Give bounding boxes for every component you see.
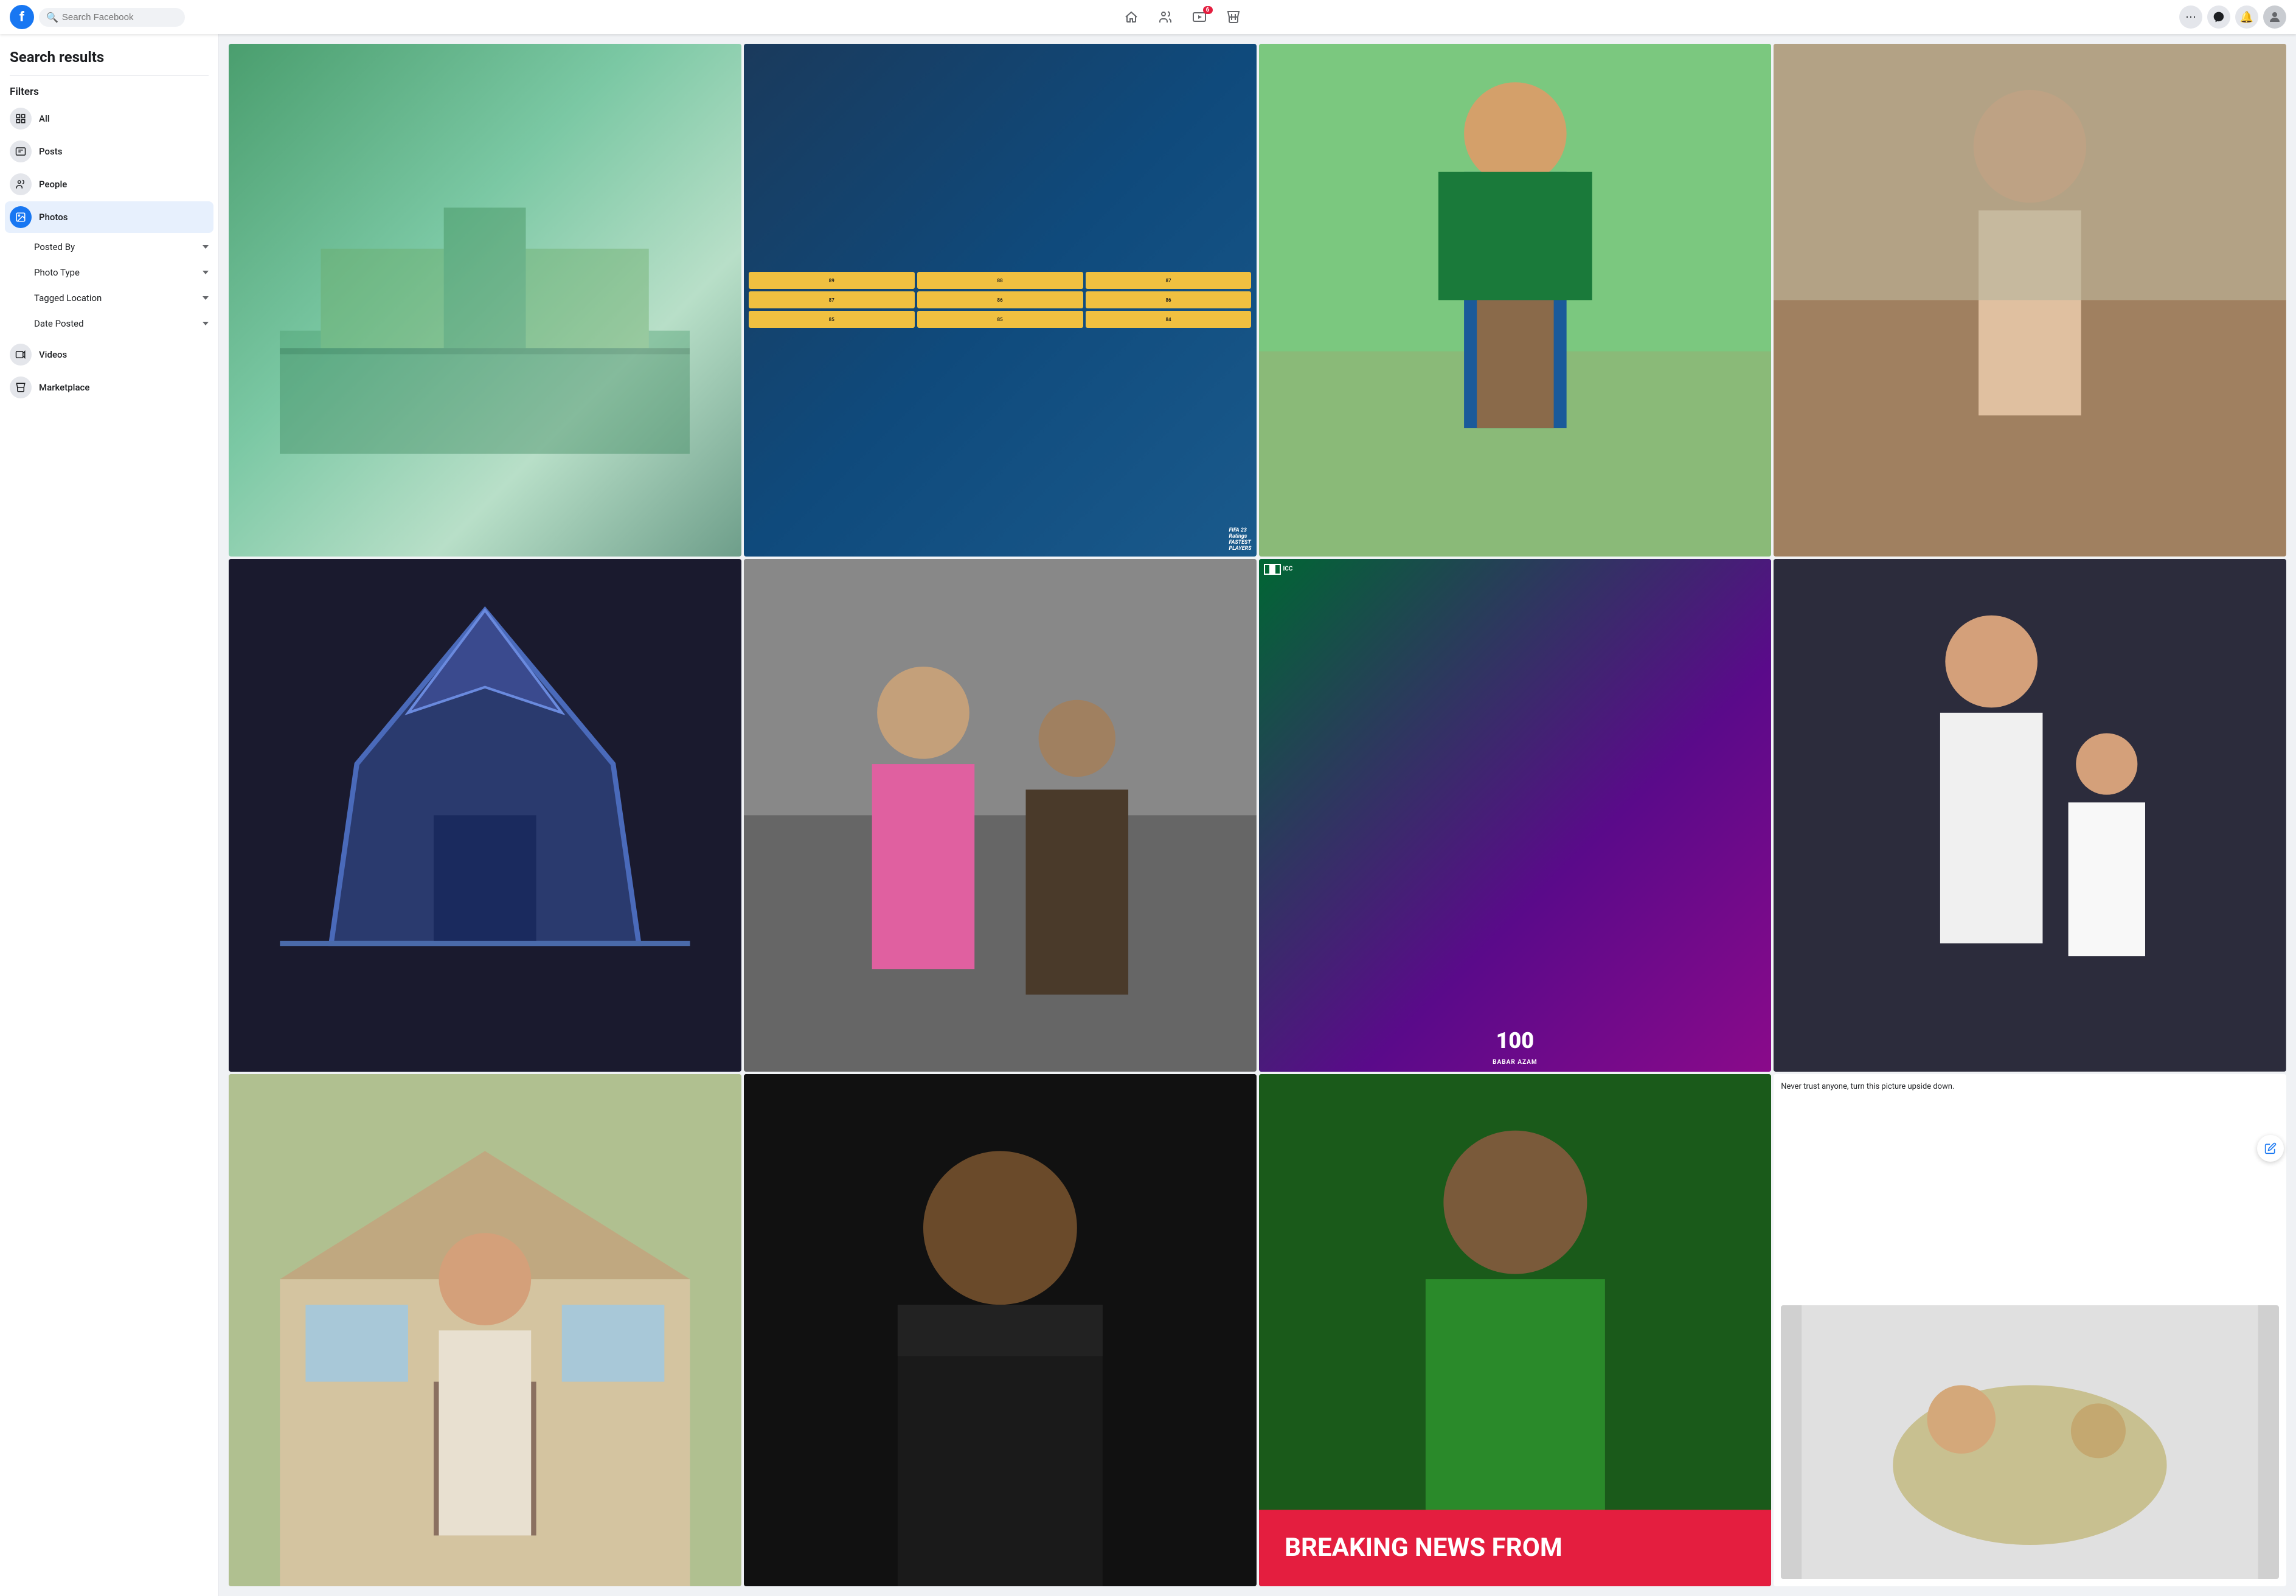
user-avatar[interactable] xyxy=(2263,5,2286,29)
photo-type-filter[interactable]: Photo Type xyxy=(5,260,213,285)
filters-label: Filters xyxy=(5,83,213,103)
filter-people[interactable]: People xyxy=(5,168,213,200)
facebook-logo[interactable]: f xyxy=(10,5,34,29)
tagged-location-filter[interactable]: Tagged Location xyxy=(5,285,213,311)
photo-item-1[interactable] xyxy=(229,44,741,557)
date-posted-chevron xyxy=(203,322,209,325)
photo-image-1 xyxy=(229,44,741,557)
posted-by-chevron xyxy=(203,245,209,249)
watch-badge: 6 xyxy=(1203,6,1213,14)
photo-item-5[interactable] xyxy=(229,559,741,1072)
date-posted-filter[interactable]: Date Posted xyxy=(5,311,213,336)
nav-home-button[interactable] xyxy=(1117,6,1146,28)
photo-image-2: 89 88 87 87 86 86 85 85 84 FIFA 23Rating… xyxy=(744,44,1257,557)
photo-grid: 89 88 87 87 86 86 85 85 84 FIFA 23Rating… xyxy=(229,44,2286,1586)
nav-right: ⋯ 🔔 xyxy=(2179,5,2286,29)
tagged-location-label: Tagged Location xyxy=(34,293,102,304)
photo-image-10 xyxy=(744,1074,1257,1587)
photo-image-7: ICC 100 BABAR AZAM xyxy=(1259,559,1772,1072)
photo-item-2[interactable]: 89 88 87 87 86 86 85 85 84 FIFA 23Rating… xyxy=(744,44,1257,557)
photo-image-11: BREAKING NEWS FROM xyxy=(1259,1074,1772,1587)
marketplace-filter-label: Marketplace xyxy=(39,382,89,393)
main-content: 89 88 87 87 86 86 85 85 84 FIFA 23Rating… xyxy=(219,34,2296,1596)
logo-letter: f xyxy=(19,10,24,25)
photo-type-label: Photo Type xyxy=(34,267,80,278)
photo-image-4 xyxy=(1774,44,2286,557)
date-posted-label: Date Posted xyxy=(34,318,84,329)
svg-text:BREAKING NEWS FROM: BREAKING NEWS FROM xyxy=(1285,1533,1562,1563)
posts-filter-label: Posts xyxy=(39,146,62,157)
sidebar: Search results Filters All Posts xyxy=(0,34,219,1596)
filter-posts[interactable]: Posts xyxy=(5,136,213,167)
photos-filter-icon xyxy=(10,206,32,228)
posted-by-filter[interactable]: Posted By xyxy=(5,234,213,260)
text-card-content: Never trust anyone, turn this picture up… xyxy=(1781,1081,2279,1092)
videos-filter-label: Videos xyxy=(39,349,67,360)
people-filter-label: People xyxy=(39,179,67,190)
photo-item-6[interactable] xyxy=(744,559,1257,1072)
sidebar-divider xyxy=(10,75,209,76)
filter-all[interactable]: All xyxy=(5,103,213,134)
page-layout: Search results Filters All Posts xyxy=(0,34,2296,1596)
notifications-button[interactable]: 🔔 xyxy=(2235,5,2258,29)
nav-watch-button[interactable]: 6 xyxy=(1185,6,1214,28)
people-filter-icon xyxy=(10,173,32,195)
photo-item-10[interactable] xyxy=(744,1074,1257,1587)
photos-filter-label: Photos xyxy=(39,212,68,223)
all-filter-label: All xyxy=(39,113,50,124)
grid-menu-button[interactable]: ⋯ xyxy=(2179,5,2202,29)
photo-item-12[interactable]: Never trust anyone, turn this picture up… xyxy=(1774,1074,2286,1587)
marketplace-filter-icon xyxy=(10,376,32,398)
photo-image-8 xyxy=(1774,559,2286,1072)
photo-image-9 xyxy=(229,1074,741,1587)
nav-center: 6 xyxy=(185,6,2179,28)
posts-filter-icon xyxy=(10,141,32,162)
nav-marketplace-button[interactable] xyxy=(1219,6,1248,28)
page-title: Search results xyxy=(5,44,213,73)
filter-marketplace[interactable]: Marketplace xyxy=(5,372,213,403)
photo-item-8[interactable] xyxy=(1774,559,2286,1072)
photo-type-chevron xyxy=(203,271,209,274)
search-input[interactable] xyxy=(62,12,172,23)
photo-image-12: Never trust anyone, turn this picture up… xyxy=(1774,1074,2286,1587)
filter-videos[interactable]: Videos xyxy=(5,339,213,370)
all-filter-icon xyxy=(10,108,32,130)
photo-image-5 xyxy=(229,559,741,1072)
videos-filter-icon xyxy=(10,344,32,366)
photo-item-9[interactable] xyxy=(229,1074,741,1587)
nav-friends-button[interactable] xyxy=(1151,6,1180,28)
edit-fab-button[interactable] xyxy=(2257,1135,2284,1162)
text-card-image xyxy=(1781,1305,2279,1579)
photo-item-11[interactable]: BREAKING NEWS FROM xyxy=(1259,1074,1772,1587)
photo-item-4[interactable] xyxy=(1774,44,2286,557)
search-icon: 🔍 xyxy=(46,12,58,23)
tagged-location-chevron xyxy=(203,296,209,300)
photo-image-3 xyxy=(1259,44,1772,557)
filter-photos[interactable]: Photos xyxy=(5,201,213,233)
posted-by-label: Posted By xyxy=(34,241,75,252)
messenger-button[interactable] xyxy=(2207,5,2230,29)
search-bar-container[interactable]: 🔍 xyxy=(39,8,185,27)
top-navigation: f 🔍 6 xyxy=(0,0,2296,34)
photo-image-6 xyxy=(744,559,1257,1072)
photo-item-7[interactable]: ICC 100 BABAR AZAM xyxy=(1259,559,1772,1072)
photo-item-3[interactable] xyxy=(1259,44,1772,557)
